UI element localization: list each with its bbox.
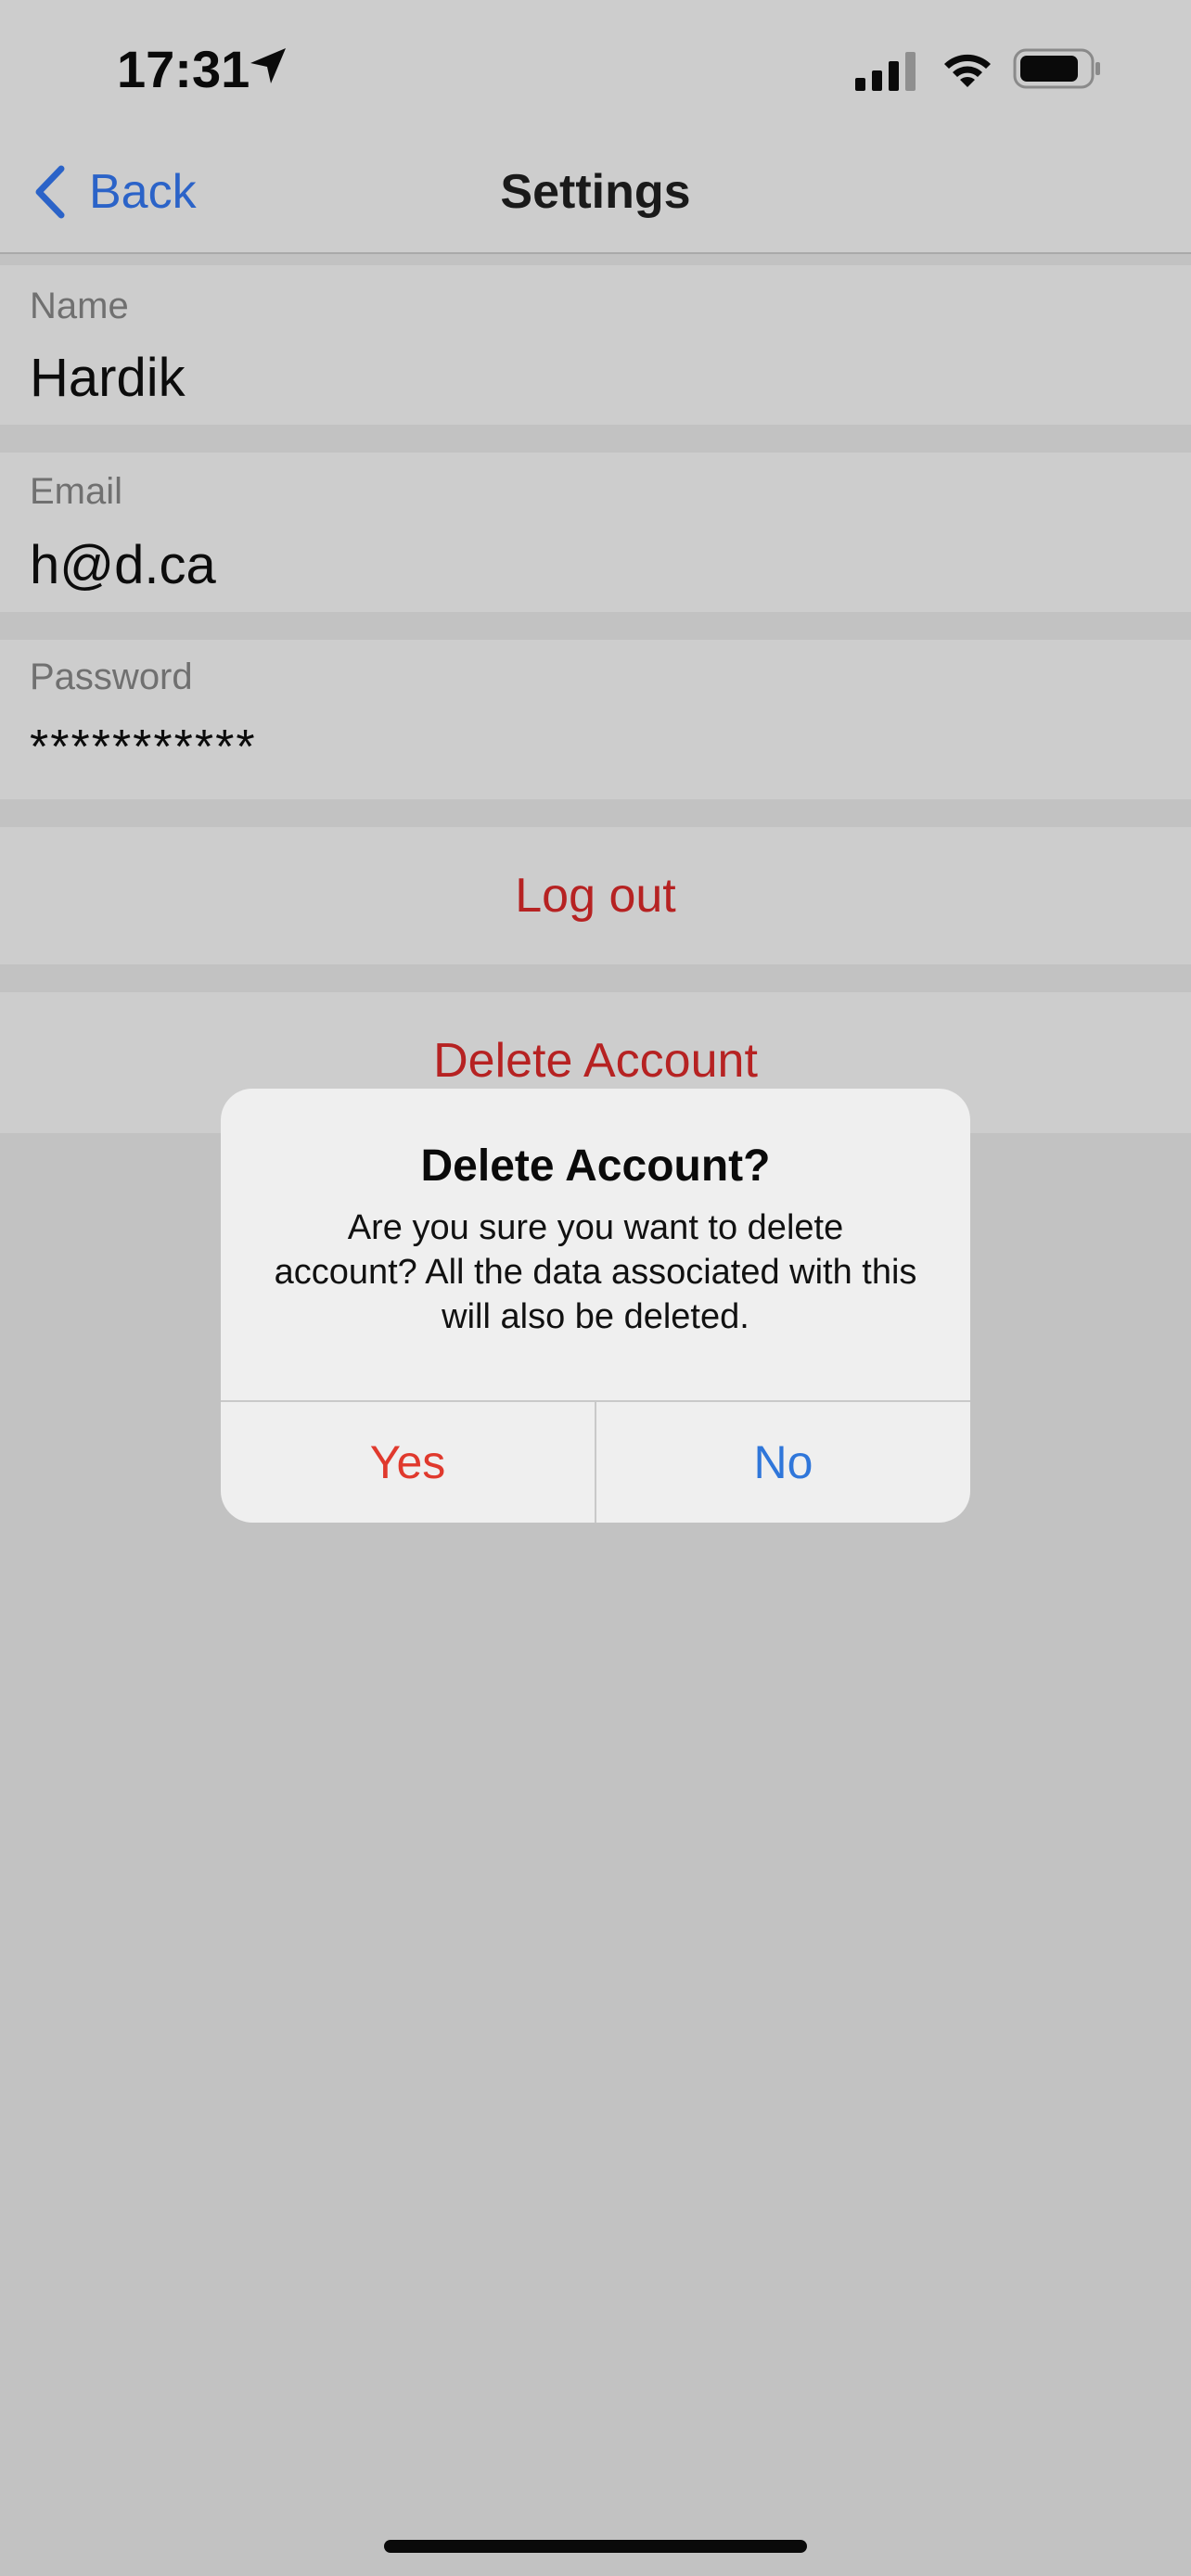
status-time: 17:31 <box>117 40 250 98</box>
section-separator <box>0 964 1191 992</box>
password-row[interactable]: Password *********** <box>0 640 1191 799</box>
wifi-icon <box>944 54 991 87</box>
name-row[interactable]: Name Hardik <box>0 265 1191 425</box>
settings-screen: 17:31 Back Settings Name Hardik Email h@… <box>0 0 1191 2576</box>
section-separator <box>0 425 1191 453</box>
home-indicator[interactable] <box>384 2540 807 2553</box>
delete-account-alert: Delete Account? Are you sure you want to… <box>221 1089 970 1523</box>
name-label: Name <box>30 286 129 326</box>
email-row[interactable]: Email h@d.ca <box>0 453 1191 612</box>
section-separator <box>0 254 1191 265</box>
section-separator <box>0 799 1191 827</box>
password-value: *********** <box>30 721 257 774</box>
alert-yes-button[interactable]: Yes <box>221 1402 595 1523</box>
password-label: Password <box>30 657 193 697</box>
section-separator <box>0 612 1191 640</box>
logout-label: Log out <box>515 869 676 923</box>
logout-button[interactable]: Log out <box>0 827 1191 964</box>
name-value: Hardik <box>30 348 186 408</box>
cellular-signal-icon <box>855 52 916 91</box>
location-arrow-icon <box>250 48 286 83</box>
battery-icon <box>1013 48 1100 89</box>
alert-message: Are you sure you want to delete account?… <box>274 1208 917 1336</box>
email-value: h@d.ca <box>30 535 216 595</box>
alert-title: Delete Account? <box>420 1141 771 1191</box>
navigation-header: 17:31 Back Settings <box>0 0 1191 254</box>
alert-no-button[interactable]: No <box>596 1402 970 1523</box>
delete-account-label: Delete Account <box>433 1034 758 1088</box>
email-label: Email <box>30 471 123 512</box>
page-title: Settings <box>500 165 691 219</box>
